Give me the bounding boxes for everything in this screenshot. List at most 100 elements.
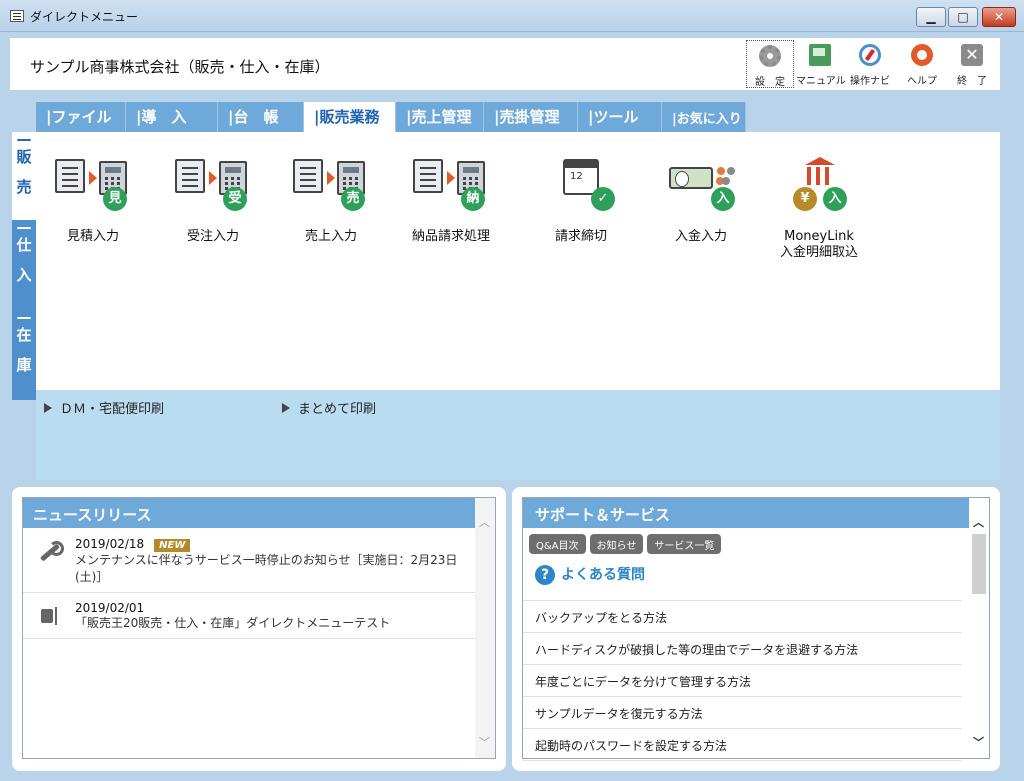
news-panel: ニュースリリース 2019/02/18 NEW メンテナンスに伴なうサービス一時停…: [22, 497, 496, 759]
side-tabs: — 販 売 — 仕 入 — 在 庫: [12, 132, 36, 400]
menu-tabs: |ファイル |導 入 |台 帳 |販売業務 |売上管理 |売掛管理 |ツール |…: [36, 102, 746, 132]
news-date: 2019/02/01: [75, 601, 145, 615]
faq-item[interactable]: バックアップをとる方法: [523, 601, 961, 633]
tab-favorites[interactable]: |お気に入り: [662, 102, 746, 132]
exit-icon: ✕: [961, 44, 983, 66]
company-name: サンプル商事株式会社（販売・仕入・在庫）: [30, 58, 330, 76]
tab-sales-operations[interactable]: |販売業務: [304, 102, 396, 132]
faq-item[interactable]: ハードディスクが破損した等の理由でデータを退避する方法: [523, 633, 961, 665]
order-icon: 受: [173, 157, 253, 221]
tab-tools[interactable]: |ツール: [578, 102, 662, 132]
service-list-button[interactable]: サービス一覧: [647, 534, 722, 554]
news-scrollbar[interactable]: ︿ ﹀: [475, 498, 495, 758]
minimize-button[interactable]: ▁: [916, 7, 946, 27]
side-tab-char: 販: [16, 148, 32, 166]
minimize-icon: ▁: [926, 10, 936, 24]
close-icon: ✕: [993, 10, 1005, 24]
function-label: 売上入力: [304, 229, 357, 244]
faq-item[interactable]: 起動時のパスワードを設定する方法: [523, 729, 961, 761]
delivery-icon: 納: [411, 157, 491, 221]
book-icon: [809, 44, 831, 66]
side-tab-inventory[interactable]: — 在 庫: [12, 310, 36, 400]
cash-icon: 入: [661, 157, 741, 221]
function-label: 納品請求処理: [411, 229, 490, 244]
faq-item[interactable]: サンプルデータを復元する方法: [523, 697, 961, 729]
qa-index-button[interactable]: Q&A目次: [529, 534, 586, 554]
estimate-icon: 見: [53, 157, 133, 221]
maximize-button[interactable]: □: [948, 7, 978, 27]
tab-setup[interactable]: |導 入: [126, 102, 218, 132]
scroll-up-icon[interactable]: ︿: [479, 517, 490, 528]
question-icon: ?: [535, 565, 555, 585]
delivery-billing-button[interactable]: 納 納品請求処理: [396, 157, 506, 245]
exit-button[interactable]: ✕ 終 了: [948, 40, 996, 88]
function-label: 請求締切: [554, 229, 607, 244]
side-tab-char: 仕: [16, 236, 32, 254]
scroll-down-icon[interactable]: ﹀: [973, 737, 984, 748]
tab-label: 売上管理: [411, 108, 472, 126]
compass-icon: [859, 44, 881, 66]
tab-label: 販売業務: [319, 108, 380, 126]
tab-receivables[interactable]: |売掛管理: [484, 102, 578, 132]
news-list: 2019/02/18 NEW メンテナンスに伴なうサービス一時停止のお知らせ［実施…: [23, 529, 475, 639]
tab-label: 導 入: [141, 108, 187, 126]
faq-title-text: よくある質問: [561, 567, 645, 583]
tab-ledger[interactable]: |台 帳: [218, 102, 304, 132]
news-box: ニュースリリース 2019/02/18 NEW メンテナンスに伴なうサービス一時停…: [12, 487, 506, 771]
badge: 入: [823, 187, 847, 211]
header: サンプル商事株式会社（販売・仕入・在庫） 設 定 マニュアル 操作ナビ ヘルプ …: [10, 38, 1000, 90]
badge: 入: [711, 187, 735, 211]
news-date: 2019/02/18: [75, 537, 145, 551]
sales-entry-button[interactable]: 売 売上入力: [276, 157, 386, 245]
news-text: 「販売王20販売・仕入・在庫」ダイレクトメニューテスト: [75, 616, 391, 630]
function-label: 入金入力: [674, 229, 727, 244]
side-tab-char: 入: [16, 266, 32, 284]
tab-label: ツール: [593, 108, 639, 126]
order-entry-button[interactable]: 受 受注入力: [158, 157, 268, 245]
payment-entry-button[interactable]: 入 入金入力: [646, 157, 756, 245]
window-title: ダイレクトメニュー: [30, 10, 139, 24]
function-panel: 見 見積入力 受 受注入力 売 売上入力 納 納品請求処理 12 ✓ 請求締切: [36, 132, 1000, 390]
close-button[interactable]: ✕: [982, 7, 1016, 27]
check-badge: ✓: [591, 187, 615, 211]
side-tab-sales[interactable]: — 販 売: [12, 132, 36, 220]
scroll-down-icon[interactable]: ﹀: [479, 737, 490, 748]
yen-badge: ¥: [793, 187, 817, 211]
side-tab-char: 売: [16, 178, 32, 196]
news-text: メンテナンスに伴なうサービス一時停止のお知らせ［実施日：2月23日(土)］: [75, 553, 458, 584]
bank-icon: ¥ 入: [779, 157, 859, 221]
tab-label: ファイル: [51, 108, 112, 126]
notice-button[interactable]: お知らせ: [589, 534, 644, 554]
side-tab-char: 在: [16, 326, 32, 344]
news-item[interactable]: 2019/02/01 「販売王20販売・仕入・在庫」ダイレクトメニューテスト: [23, 593, 475, 639]
settings-button[interactable]: 設 定: [746, 40, 794, 88]
calendar-number: 12: [570, 171, 583, 182]
shortcut-batch-print[interactable]: まとめて印刷: [282, 398, 376, 417]
scroll-up-icon[interactable]: ︿: [973, 517, 984, 528]
billing-closing-button[interactable]: 12 ✓ 請求締切: [526, 157, 636, 245]
faq-item[interactable]: 年度ごとにデータを分けて管理する方法: [523, 665, 961, 697]
moneylink-import-button[interactable]: ¥ 入 MoneyLink 入金明細取込: [764, 157, 874, 261]
support-box: サポート＆サービス Q&A目次 お知らせ サービス一覧 ? よくある質問 バックア…: [512, 487, 1000, 771]
manual-button[interactable]: マニュアル: [796, 40, 846, 88]
tab-sales-management[interactable]: |売上管理: [396, 102, 484, 132]
support-scrollbar[interactable]: ︿ ﹀: [969, 498, 989, 758]
side-tab-char: 庫: [16, 356, 32, 374]
navi-button[interactable]: 操作ナビ: [846, 40, 894, 88]
faq-title: ? よくある質問: [535, 564, 645, 585]
tab-file[interactable]: |ファイル: [36, 102, 126, 132]
navi-label: 操作ナビ: [850, 76, 890, 87]
news-item[interactable]: 2019/02/18 NEW メンテナンスに伴なうサービス一時停止のお知らせ［実施…: [23, 529, 475, 593]
help-button[interactable]: ヘルプ: [898, 40, 946, 88]
badge: 売: [341, 187, 365, 211]
function-label-line1: MoneyLink: [784, 229, 854, 244]
triangle-right-icon: [44, 403, 52, 413]
exit-label: 終 了: [957, 76, 987, 87]
scroll-thumb[interactable]: [972, 534, 986, 594]
side-tab-purchase[interactable]: — 仕 入: [12, 220, 36, 310]
plug-icon: [37, 605, 59, 627]
settings-label: 設 定: [755, 77, 785, 88]
estimate-entry-button[interactable]: 見 見積入力: [38, 157, 148, 245]
function-label: MoneyLink 入金明細取込: [764, 229, 874, 261]
shortcut-dm-print[interactable]: ＤＭ・宅配便印刷: [44, 398, 164, 417]
